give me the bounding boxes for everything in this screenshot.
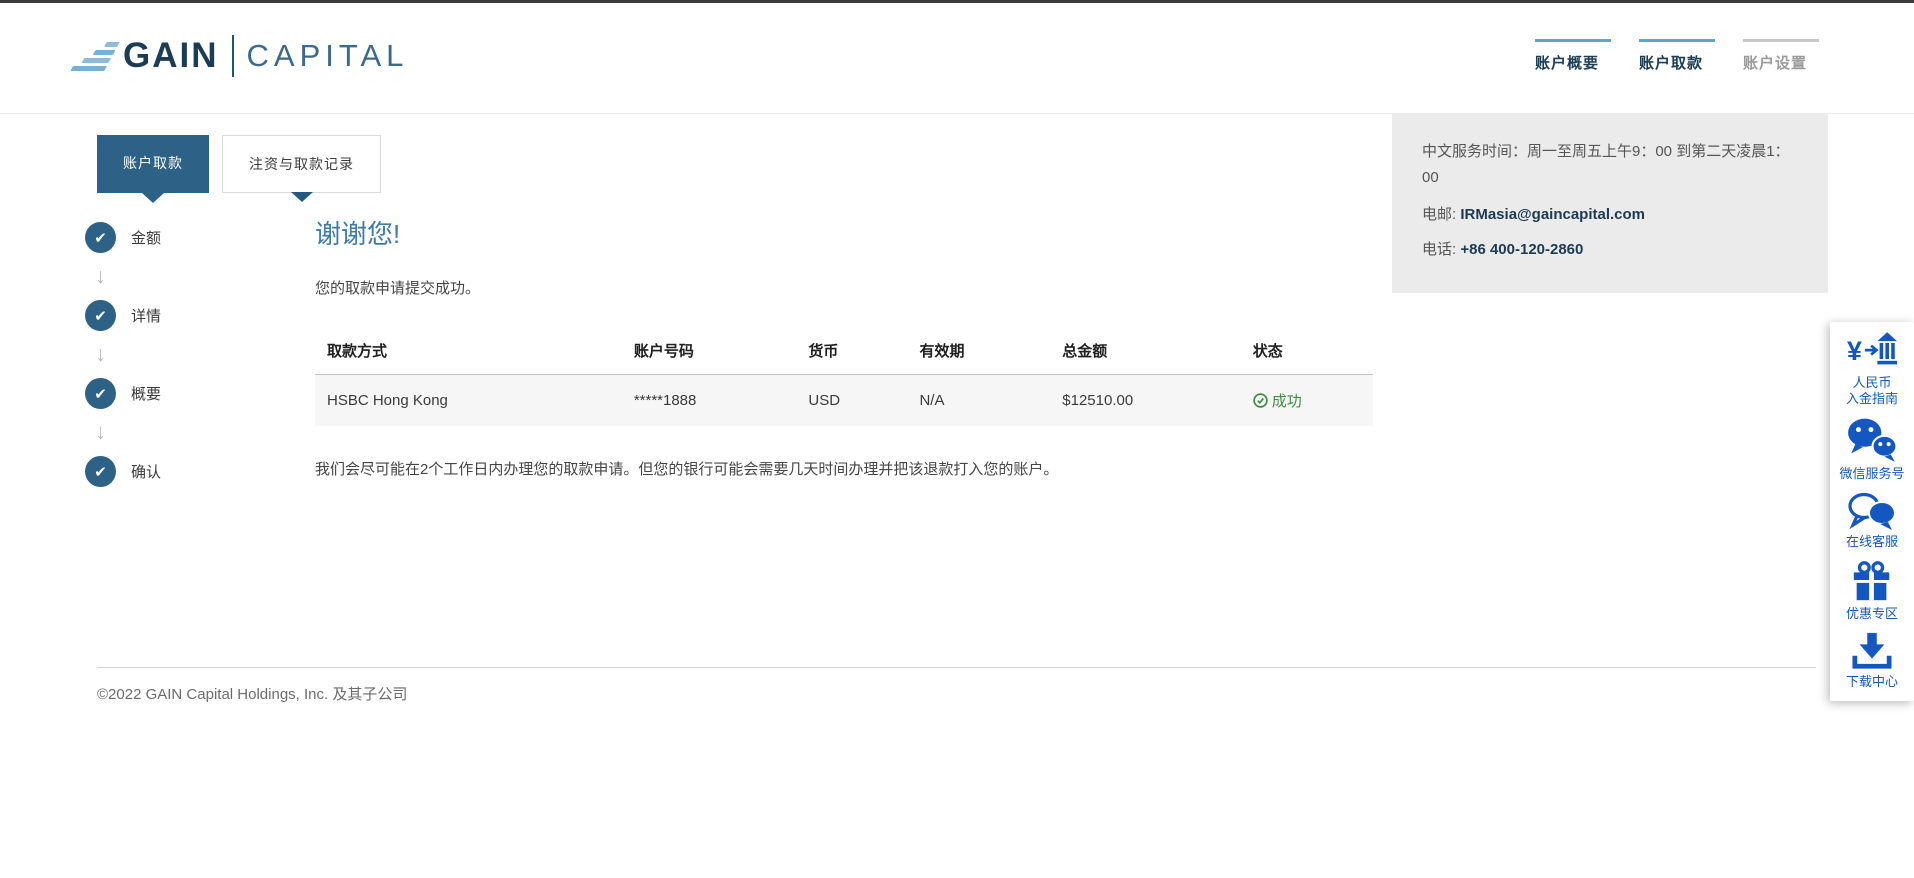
tab-account-withdrawal[interactable]: 账户取款 [97, 135, 209, 193]
gift-icon [1849, 559, 1895, 603]
col-status: 状态 [1241, 330, 1373, 375]
widget-wechat-service[interactable]: 微信服务号 [1839, 417, 1904, 482]
col-amount: 总金额 [1050, 330, 1240, 375]
step-details: ✔ 详情 [85, 300, 161, 331]
chat-bubbles-icon [1847, 491, 1897, 531]
step-confirm: ✔ 确认 [85, 456, 161, 487]
gain-capital-logo[interactable]: GAIN CAPITAL [78, 35, 408, 77]
down-arrow-icon: ↓ [85, 422, 116, 443]
withdrawal-table: 取款方式 账户号码 货币 有效期 总金额 状态 HSBC Hong Kong *… [315, 330, 1373, 426]
nav-account-settings[interactable]: 账户设置 [1743, 39, 1819, 73]
logo-text-gain: GAIN [123, 36, 219, 76]
top-navigation: 账户概要 账户取款 账户设置 [1535, 39, 1819, 73]
cell-status: 成功 [1241, 375, 1373, 427]
success-check-icon [1253, 393, 1268, 408]
processing-note: 我们会尽可能在2个工作日内办理您的取款申请。但您的银行可能会需要几天时间办理并把… [315, 458, 1373, 479]
check-circle-icon: ✔ [85, 300, 116, 331]
svg-text:¥: ¥ [1847, 336, 1862, 366]
down-arrow-icon: ↓ [85, 266, 116, 287]
cell-method: HSBC Hong Kong [315, 375, 622, 427]
download-icon [1849, 631, 1895, 671]
withdrawal-tabs: 账户取款 注资与取款记录 [97, 135, 381, 193]
page-title: 谢谢您! [315, 214, 1373, 251]
email-label: 电邮: [1422, 206, 1456, 223]
success-message: 您的取款申请提交成功。 [315, 277, 1373, 298]
floating-service-widget: ¥ 人民币 入金指南 微信服务号 在线客服 [1830, 322, 1914, 701]
nav-account-overview[interactable]: 账户概要 [1535, 39, 1611, 73]
contact-info-panel: 中文服务时间：周一至周五上午9：00 到第二天凌晨1：00 电邮: IRMasi… [1392, 113, 1828, 293]
tab-funding-withdrawal-history[interactable]: 注资与取款记录 [222, 135, 381, 193]
cell-currency: USD [796, 375, 907, 427]
phone-label: 电话: [1422, 241, 1456, 258]
step-amount: ✔ 金额 [85, 222, 161, 253]
phone-row: 电话: +86 400-120-2860 [1422, 238, 1798, 259]
logo-separator [232, 35, 234, 77]
cell-expiry: N/A [907, 375, 1050, 427]
status-badge: 成功 [1253, 390, 1361, 411]
status-text: 成功 [1272, 390, 1302, 411]
down-arrow-icon: ↓ [85, 344, 116, 365]
nav-account-withdrawal[interactable]: 账户取款 [1639, 39, 1715, 73]
cell-amount: $12510.00 [1050, 375, 1240, 427]
footer-divider [97, 667, 1816, 668]
wechat-icon [1846, 417, 1898, 463]
rmb-to-bank-icon: ¥ [1847, 330, 1897, 372]
logo-text-capital: CAPITAL [247, 38, 409, 74]
email-value[interactable]: IRMasia@gaincapital.com [1460, 206, 1645, 223]
logo-bars-icon [70, 42, 119, 71]
col-currency: 货币 [796, 330, 907, 375]
col-method: 取款方式 [315, 330, 622, 375]
phone-value: +86 400-120-2860 [1460, 241, 1583, 258]
service-hours: 中文服务时间：周一至周五上午9：00 到第二天凌晨1：00 [1422, 139, 1798, 190]
withdrawal-stepper: ✔ 金额 ↓ ✔ 详情 ↓ ✔ 概要 ↓ ✔ 确认 [85, 222, 161, 487]
widget-rmb-deposit-guide[interactable]: ¥ 人民币 入金指南 [1846, 330, 1898, 408]
check-circle-icon: ✔ [85, 222, 116, 253]
check-circle-icon: ✔ [85, 378, 116, 409]
header: GAIN CAPITAL 账户概要 账户取款 账户设置 [0, 3, 1914, 114]
table-header-row: 取款方式 账户号码 货币 有效期 总金额 状态 [315, 330, 1373, 375]
step-summary: ✔ 概要 [85, 378, 161, 409]
copyright-text: ©2022 GAIN Capital Holdings, Inc. 及其子公司 [97, 683, 407, 704]
cell-account: *****1888 [622, 375, 797, 427]
check-circle-icon: ✔ [85, 456, 116, 487]
col-expiry: 有效期 [907, 330, 1050, 375]
widget-promotions[interactable]: 优惠专区 [1846, 559, 1898, 622]
main-content: 谢谢您! 您的取款申请提交成功。 取款方式 账户号码 货币 有效期 总金额 状态… [315, 214, 1373, 494]
table-row: HSBC Hong Kong *****1888 USD N/A $12510.… [315, 375, 1373, 427]
widget-online-service[interactable]: 在线客服 [1846, 491, 1898, 550]
col-account: 账户号码 [622, 330, 797, 375]
widget-download-center[interactable]: 下载中心 [1846, 631, 1898, 690]
email-row: 电邮: IRMasia@gaincapital.com [1422, 203, 1798, 224]
